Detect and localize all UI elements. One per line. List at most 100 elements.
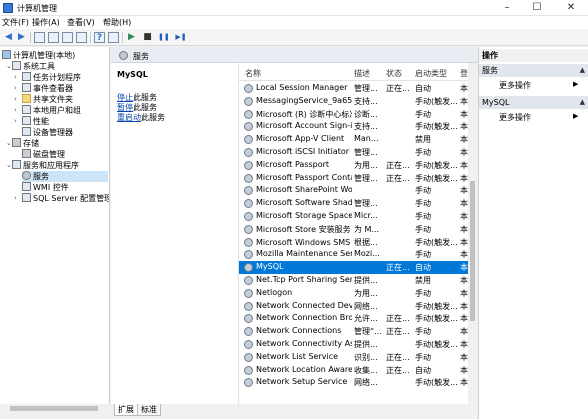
expand-icon[interactable]: › xyxy=(14,106,17,114)
service-row[interactable]: Network Connections 管理“... 正在... 手动 本 xyxy=(239,325,468,338)
service-row[interactable]: Netlogon 为用... 手动 本 xyxy=(239,287,468,300)
service-gear-icon xyxy=(244,378,253,388)
computer-icon xyxy=(2,50,11,59)
restart-service-icon[interactable]: ▶❚ xyxy=(174,32,188,43)
service-name: Network Location Awarene xyxy=(256,364,352,374)
toolbar: ◀ ▶ ? ▶ ■ ❚❚ ▶❚ xyxy=(0,29,588,46)
tree-item-services-apps[interactable]: 服务和应用程序 xyxy=(12,160,79,171)
more-actions-services[interactable]: 更多操作 ▶ xyxy=(499,80,578,91)
more-actions-mysql[interactable]: 更多操作 ▶ xyxy=(499,112,578,123)
tab-standard[interactable]: 标准 xyxy=(137,404,161,416)
maximize-button[interactable]: ☐ xyxy=(526,1,548,15)
column-header-startup-type[interactable]: 启动类型 xyxy=(415,68,447,79)
actions-group-services[interactable]: 服务 ▲ xyxy=(479,64,588,77)
tree-item-local-users[interactable]: 本地用户和组 xyxy=(22,105,81,116)
menu-file[interactable]: 文件(F) xyxy=(2,17,29,28)
service-row[interactable]: Network Connected Devic...网络... 手动(触发...本 xyxy=(239,300,468,313)
pause-service-icon[interactable]: ❚❚ xyxy=(158,32,170,43)
forward-icon[interactable]: ▶ xyxy=(16,32,27,43)
service-logon: 本 xyxy=(460,314,468,324)
service-gear-icon xyxy=(244,160,253,170)
collapse-icon[interactable]: ⌄ xyxy=(6,161,12,169)
tree-item-services[interactable]: 服务 xyxy=(22,171,108,182)
tree-item-sql-config[interactable]: SQL Server 配置管理器 xyxy=(22,193,109,204)
stop-service-icon[interactable]: ■ xyxy=(142,32,153,43)
actions-group-mysql[interactable]: MySQL ▲ xyxy=(479,96,588,109)
service-name: MySQL xyxy=(256,262,284,272)
scrollbar-thumb[interactable] xyxy=(10,406,98,411)
service-name: Network Connected Devic... xyxy=(256,300,352,310)
service-row[interactable]: Microsoft Windows SMS 路...根据... 手动(触发...本 xyxy=(239,236,468,249)
refresh-icon[interactable] xyxy=(62,32,73,43)
service-row[interactable]: Microsoft Passport 为用... 正在... 手动(触发... 本 xyxy=(239,159,468,172)
expand-icon[interactable]: › xyxy=(14,73,17,81)
service-row[interactable]: Microsoft Passport Container管理... 正在... 手动… xyxy=(239,172,468,185)
service-logon: 本 xyxy=(460,288,468,298)
back-icon[interactable]: ◀ xyxy=(3,32,14,43)
help-icon[interactable]: ? xyxy=(94,32,105,43)
service-row[interactable]: Microsoft (R) 诊断中心标准...诊断... 手动 本 xyxy=(239,108,468,121)
service-row[interactable]: Microsoft SharePoint Work... 手动 本 xyxy=(239,184,468,197)
close-button[interactable]: ✕ xyxy=(560,1,582,15)
expand-icon[interactable]: › xyxy=(14,117,17,125)
expand-icon[interactable]: › xyxy=(14,194,17,202)
tab-extended[interactable]: 扩展 xyxy=(114,404,138,416)
menu-help[interactable]: 帮助(H) xyxy=(103,17,131,28)
column-header-status[interactable]: 状态 xyxy=(386,68,402,79)
tree-item-wmi[interactable]: WMI 控件 xyxy=(22,182,69,193)
menu-action[interactable]: 操作(A) xyxy=(32,17,60,28)
properties-icon[interactable] xyxy=(108,32,119,43)
service-gear-icon xyxy=(244,352,253,362)
export-list-icon[interactable] xyxy=(76,32,87,43)
tree-horizontal-scrollbar[interactable] xyxy=(0,404,110,413)
tree-item-performance[interactable]: 性能 xyxy=(22,116,49,127)
menu-view[interactable]: 查看(V) xyxy=(67,17,95,28)
service-row[interactable]: Microsoft Storage Spaces S...Micr... 手动 本 xyxy=(239,210,468,223)
service-row[interactable]: Net.Tcp Port Sharing Service提供... 禁用 本 xyxy=(239,274,468,287)
service-row[interactable]: Microsoft Account Sign-in ...支持... 手动(触发.… xyxy=(239,120,468,133)
service-gear-icon xyxy=(244,109,253,119)
service-row[interactable]: Network Location Awarene收集... 正在... 自动 本 xyxy=(239,364,468,377)
scrollbar-thumb[interactable] xyxy=(470,181,475,321)
service-row[interactable]: Microsoft App-V Client Man... 禁用 本 xyxy=(239,133,468,146)
column-header-logon[interactable]: 登 xyxy=(460,68,468,79)
minimize-button[interactable]: – xyxy=(496,1,518,15)
tree-root[interactable]: 计算机管理(本地) xyxy=(2,50,75,61)
restart-service-link[interactable]: 重启动 xyxy=(117,113,141,122)
column-header-name[interactable]: 名称 xyxy=(245,68,261,79)
stop-service-link[interactable]: 停止 xyxy=(117,93,133,102)
tree-item-event-viewer[interactable]: 事件查看器 xyxy=(22,83,73,94)
expand-icon[interactable]: › xyxy=(14,84,17,92)
service-row[interactable]: Mozilla Maintenance ServiceMozi... 手动 本 xyxy=(239,248,468,261)
service-row[interactable]: Microsoft iSCSI Initiator Ser...管理... 手动 本 xyxy=(239,146,468,159)
tree-item-task-scheduler[interactable]: 任务计划程序 xyxy=(22,72,81,83)
service-startup-type: 自动 xyxy=(415,263,431,273)
show-hide-tree-icon[interactable] xyxy=(48,32,59,43)
column-header-description[interactable]: 描述 xyxy=(354,68,370,79)
service-row[interactable]: Network List Service 识别... 正在... 手动 本 xyxy=(239,351,468,364)
service-row[interactable]: Local Session Manager 管理... 正在... 自动 本 xyxy=(239,82,468,95)
service-row[interactable]: Network Connectivity Assis...提供... 手动(触发.… xyxy=(239,338,468,351)
start-service-icon[interactable]: ▶ xyxy=(126,32,137,43)
service-row[interactable]: Network Setup Service 网络... 手动(触发... 本 xyxy=(239,376,468,389)
service-name: Mozilla Maintenance Service xyxy=(256,249,352,259)
service-row[interactable]: MySQL 正在... 自动 本 xyxy=(239,261,468,274)
service-row[interactable]: MessagingService_9a65e99支持... 手动(触发...本 xyxy=(239,95,468,108)
service-row[interactable]: Microsoft Store 安装服务为 M... 手动 本 xyxy=(239,223,468,236)
collapse-icon[interactable]: ⌄ xyxy=(6,62,12,70)
tree-item-storage[interactable]: 存储 xyxy=(12,138,39,149)
service-logon: 本 xyxy=(460,84,468,93)
pause-service-link[interactable]: 暂停 xyxy=(117,103,133,112)
restart-service-action: 重启动此服务 xyxy=(117,113,165,122)
tree-item-system-tools[interactable]: 系统工具 xyxy=(12,61,55,72)
service-row[interactable]: Network Connection Broker允许... 正在... 手动(触发… xyxy=(239,312,468,325)
expand-icon[interactable]: › xyxy=(14,95,17,103)
tree-item-disk-management[interactable]: 磁盘管理 xyxy=(22,149,65,160)
list-vertical-scrollbar[interactable] xyxy=(468,63,477,404)
up-folder-icon[interactable] xyxy=(34,32,45,43)
service-row[interactable]: Microsoft Software Shado...管理... 手动 本 xyxy=(239,197,468,210)
tree-item-device-manager[interactable]: 设备管理器 xyxy=(22,127,73,138)
tree-item-shared-folders[interactable]: 共享文件夹 xyxy=(22,94,73,105)
shared-folder-icon xyxy=(22,94,31,103)
collapse-icon[interactable]: ⌄ xyxy=(6,139,12,147)
